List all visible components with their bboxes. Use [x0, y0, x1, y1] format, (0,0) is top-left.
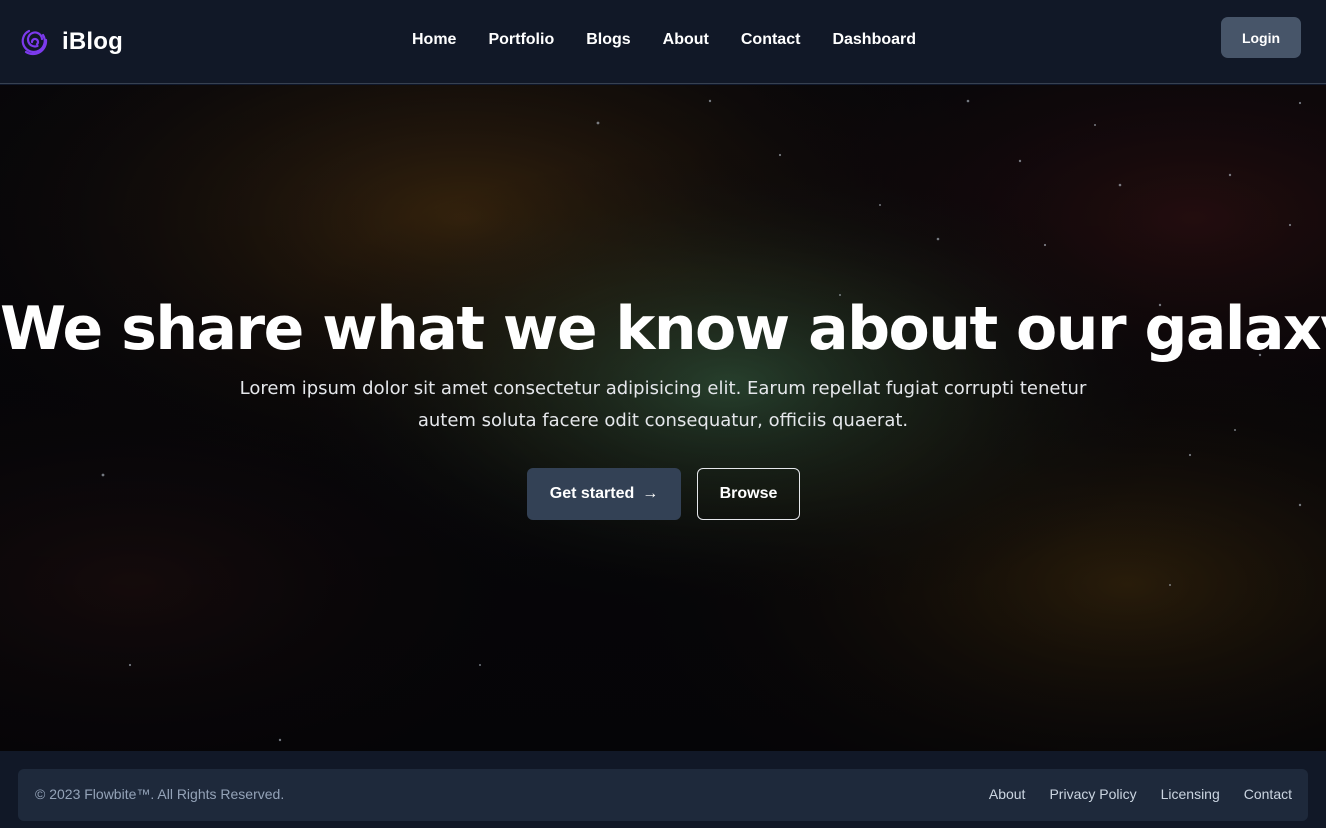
nav-link-contact[interactable]: Contact [725, 29, 817, 51]
galaxy-spiral-icon [21, 29, 48, 56]
hero-description: Lorem ipsum dolor sit amet consectetur a… [239, 378, 1087, 431]
footer: © 2023 Flowbite™. All Rights Reserved. A… [18, 769, 1308, 821]
hero-title: We share what we know about our galaxy [0, 294, 1326, 364]
brand-link[interactable]: iBlog [18, 24, 123, 60]
copyright-text: © 2023 Flowbite™. All Rights Reserved. [35, 786, 285, 802]
nav-link-dashboard[interactable]: Dashboard [816, 29, 932, 51]
arrow-right-icon: → [642, 485, 659, 502]
footer-link-about[interactable]: About [977, 786, 1038, 802]
footer-links: About Privacy Policy Licensing Contact [977, 786, 1304, 802]
nav-link-portfolio[interactable]: Portfolio [472, 29, 570, 51]
footer-link-privacy-policy[interactable]: Privacy Policy [1037, 786, 1148, 802]
hero-actions: Get started → Browse [527, 468, 800, 520]
nav-link-blogs[interactable]: Blogs [570, 29, 646, 51]
nav-link-home[interactable]: Home [396, 29, 472, 51]
browse-button[interactable]: Browse [697, 468, 800, 520]
brand-name: iBlog [62, 28, 123, 55]
hero-section: We share what we know about our galaxy L… [0, 85, 1326, 751]
main-nav: Home Portfolio Blogs About Contact Dashb… [396, 29, 932, 51]
hero-content: We share what we know about our galaxy L… [0, 293, 1326, 437]
get-started-button[interactable]: Get started → [527, 468, 681, 520]
footer-link-licensing[interactable]: Licensing [1149, 786, 1232, 802]
navbar: iBlog Home Portfolio Blogs About Contact… [0, 0, 1326, 84]
login-button[interactable]: Login [1221, 17, 1301, 58]
nav-link-about[interactable]: About [647, 29, 725, 51]
footer-link-contact[interactable]: Contact [1232, 786, 1304, 802]
footer-area: © 2023 Flowbite™. All Rights Reserved. A… [0, 751, 1326, 828]
get-started-label: Get started [549, 485, 635, 502]
